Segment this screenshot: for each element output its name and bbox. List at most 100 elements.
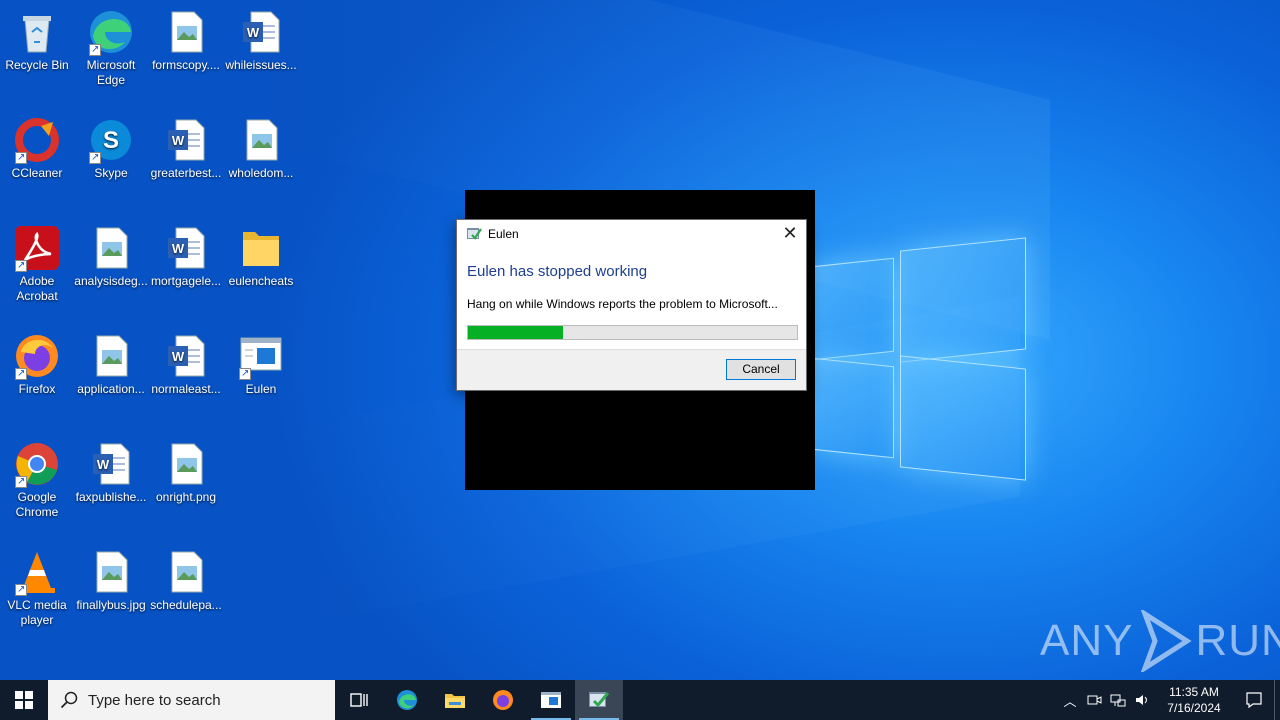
image-file-icon <box>87 224 135 272</box>
desktop-icon[interactable]: finallybus.jpg <box>73 548 149 613</box>
desktop-icon-label: Recycle Bin <box>5 58 69 72</box>
acrobat-icon <box>13 224 61 273</box>
windows-logo-pane-bl <box>812 357 894 459</box>
desktop-icon-label: Google Chrome <box>15 490 59 519</box>
desktop-icon-label: VLC media player <box>7 598 67 627</box>
shortcut-arrow-icon <box>239 366 251 381</box>
dialog-titlebar[interactable]: Eulen <box>457 220 806 248</box>
start-button[interactable] <box>0 680 48 720</box>
desktop-icon[interactable]: Wwhileissues... <box>223 8 299 73</box>
windows-logo-pane-tl <box>812 257 894 361</box>
skype-icon: S <box>87 116 135 165</box>
shortcut-arrow-icon <box>89 42 101 57</box>
desktop-icon[interactable]: Firefox <box>0 332 75 397</box>
desktop-icon-label: Adobe Acrobat <box>16 274 58 303</box>
desktop-icon-label: normaleast... <box>151 382 221 396</box>
desktop-icon-label: analysisdeg... <box>74 274 148 288</box>
desktop-icon-label: Microsoft Edge <box>86 58 136 87</box>
desktop-icon-label: schedulepa... <box>150 598 222 612</box>
desktop-icon[interactable]: Adobe Acrobat <box>0 224 75 304</box>
volume-icon[interactable] <box>1130 680 1154 720</box>
desktop-icon[interactable]: Wfaxpublishe... <box>73 440 149 505</box>
desktop-icon[interactable]: eulencheats <box>223 224 299 289</box>
desktop-icon-label: Firefox <box>18 382 56 396</box>
meet-now-icon[interactable] <box>1082 680 1106 720</box>
task-view-button[interactable] <box>335 680 383 720</box>
windows-logo-pane-tr <box>900 237 1026 363</box>
eulen-app-icon <box>467 228 482 240</box>
taskbar-file-explorer[interactable] <box>431 680 479 720</box>
dialog-footer: Cancel <box>457 349 806 390</box>
image-file-icon <box>162 8 210 56</box>
windows-logo-pane-br <box>900 355 1026 481</box>
svg-text:W: W <box>172 349 185 364</box>
shortcut-arrow-icon <box>15 474 27 489</box>
desktop-icon[interactable]: S Skype <box>73 116 149 181</box>
taskbar: Type here to search ︿ 11:35 AM 7/16/2024 <box>0 680 1280 720</box>
taskbar-firefox[interactable] <box>479 680 527 720</box>
shortcut-arrow-icon <box>15 258 27 273</box>
image-file-icon <box>162 548 210 596</box>
system-tray: ︿ 11:35 AM 7/16/2024 <box>1058 680 1280 720</box>
anyrun-watermark: ANY RUN <box>1040 610 1280 672</box>
desktop-icon[interactable]: Google Chrome <box>0 440 75 520</box>
edge-icon <box>397 690 417 710</box>
desktop-icon[interactable]: Microsoft Edge <box>73 8 149 88</box>
network-icon[interactable] <box>1106 680 1130 720</box>
desktop-icon[interactable]: CCleaner <box>0 116 75 181</box>
taskbar-app-window[interactable] <box>527 680 575 720</box>
search-icon <box>60 691 78 709</box>
desktop-icon-label: Eulen <box>245 382 277 396</box>
desktop-icon[interactable]: analysisdeg... <box>73 224 149 289</box>
task-view-icon <box>350 693 368 707</box>
desktop-icon-label: mortgagele... <box>150 274 222 288</box>
word-doc-icon: W <box>87 440 135 488</box>
taskbar-clock[interactable]: 11:35 AM 7/16/2024 <box>1158 684 1230 716</box>
shortcut-arrow-icon <box>15 150 27 165</box>
progress-fill <box>468 326 564 339</box>
desktop-icon[interactable]: Wnormaleast... <box>148 332 224 397</box>
desktop-icon[interactable]: schedulepa... <box>148 548 224 613</box>
cancel-button[interactable]: Cancel <box>726 359 796 380</box>
taskbar-search-box[interactable]: Type here to search <box>48 680 335 720</box>
clock-time: 11:35 AM <box>1169 685 1219 699</box>
vlc-icon <box>13 548 61 597</box>
desktop-icon[interactable]: formscopy.... <box>148 8 224 73</box>
desktop-icon-label: wholedom... <box>228 166 294 180</box>
dialog-heading: Eulen has stopped working <box>467 263 648 280</box>
chevron-up-icon[interactable]: ︿ <box>1058 680 1082 720</box>
word-doc-icon: W <box>162 116 210 164</box>
folder-icon <box>237 224 285 272</box>
notification-icon[interactable] <box>1234 680 1274 720</box>
firefox-icon <box>13 332 61 381</box>
desktop-icon[interactable]: Wgreaterbest... <box>148 116 224 181</box>
desktop-icon[interactable]: onright.png <box>148 440 224 505</box>
close-icon[interactable]: ✕ <box>780 224 800 244</box>
play-icon <box>1141 610 1193 672</box>
image-file-icon <box>162 440 210 488</box>
show-desktop-button[interactable] <box>1274 680 1280 720</box>
desktop-icon[interactable]: Wmortgagele... <box>148 224 224 289</box>
desktop-icon[interactable]: VLC media player <box>0 548 75 628</box>
desktop-icon[interactable]: Recycle Bin <box>0 8 75 73</box>
desktop-icon[interactable]: Eulen <box>223 332 299 397</box>
search-placeholder: Type here to search <box>88 691 221 709</box>
desktop-icon[interactable]: application... <box>73 332 149 397</box>
svg-text:W: W <box>247 25 260 40</box>
desktop-icon-label: application... <box>77 382 145 396</box>
error-dialog[interactable]: Eulen ✕ Eulen has stopped working Hang o… <box>456 219 807 391</box>
svg-text:W: W <box>172 133 185 148</box>
taskbar-eulen[interactable] <box>575 680 623 720</box>
image-file-icon <box>87 548 135 596</box>
svg-text:W: W <box>172 241 185 256</box>
taskbar-edge[interactable] <box>383 680 431 720</box>
chrome-icon <box>13 440 61 489</box>
shortcut-arrow-icon <box>89 150 101 165</box>
desktop-icon[interactable]: wholedom... <box>223 116 299 181</box>
desktop-icon-label: onright.png <box>155 490 217 504</box>
eulen-app-icon <box>589 692 610 708</box>
word-doc-icon: W <box>162 224 210 272</box>
shortcut-arrow-icon <box>15 582 27 597</box>
desktop-icon-label: CCleaner <box>11 166 63 180</box>
desktop-icon-label: eulencheats <box>228 274 294 288</box>
